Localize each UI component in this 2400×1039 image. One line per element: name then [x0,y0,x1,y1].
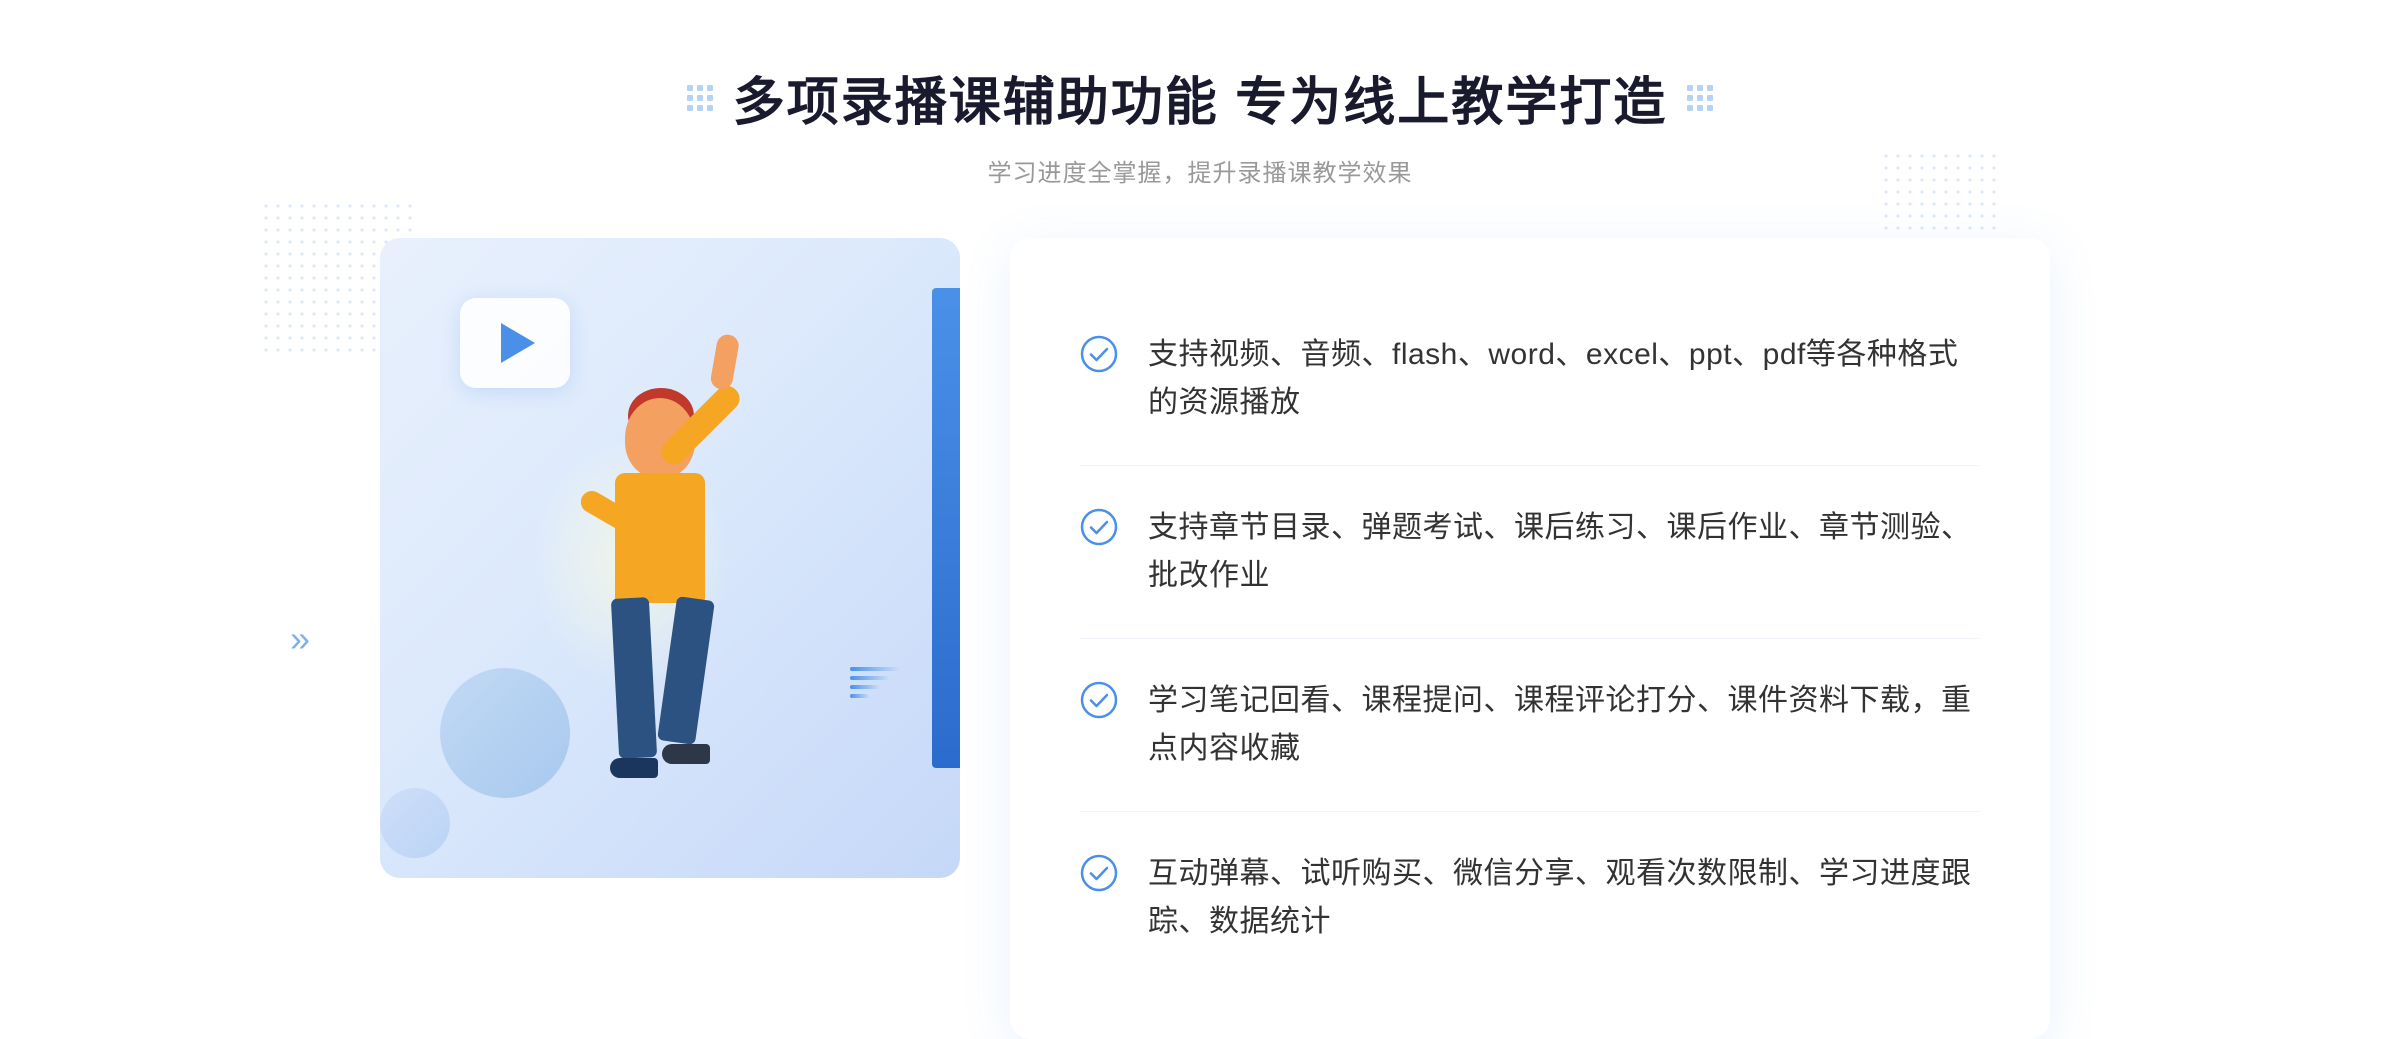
blue-accent-bar [932,288,960,768]
check-circle-icon-2 [1080,508,1118,546]
illustration-wrapper: » [350,238,1030,1039]
header-section: 多项录播课辅助功能 专为线上教学打造 学习进度全掌握，提升录播课教学效果 [687,60,1713,188]
decoration-circle-small [380,788,450,858]
grid-dots-left-icon [687,85,713,111]
page-subtitle: 学习进度全掌握，提升录播课教学效果 [687,153,1713,188]
feature-item-1: 支持视频、音频、flash、word、excel、ppt、pdf等各种格式的资源… [1080,293,1980,466]
page-title: 多项录播课辅助功能 专为线上教学打造 [733,60,1667,135]
feature-text-2: 支持章节目录、弹题考试、课后练习、课后作业、章节测验、批改作业 [1148,504,1980,600]
feature-text-3: 学习笔记回看、课程提问、课程评论打分、课件资料下载，重点内容收藏 [1148,677,1980,773]
person-shoe-right [662,744,710,764]
person-body [615,473,705,603]
feature-item-4: 互动弹幕、试听购买、微信分享、观看次数限制、学习进度跟踪、数据统计 [1080,812,1980,984]
features-card: 支持视频、音频、flash、word、excel、ppt、pdf等各种格式的资源… [1010,238,2050,1039]
person-leg-right [657,596,715,745]
illustration-background [380,238,960,878]
decoration-lines [850,667,900,698]
person-leg-left [611,597,657,759]
person-shoe-left [610,758,658,778]
check-circle-icon-1 [1080,335,1118,373]
feature-text-1: 支持视频、音频、flash、word、excel、ppt、pdf等各种格式的资源… [1148,331,1980,427]
feature-item-2: 支持章节目录、弹题考试、课后练习、课后作业、章节测验、批改作业 [1080,466,1980,639]
title-row: 多项录播课辅助功能 专为线上教学打造 [687,60,1713,135]
check-circle-icon-4 [1080,854,1118,892]
page-wrapper: 多项录播课辅助功能 专为线上教学打造 学习进度全掌握，提升录播课教学效果 [0,0,2400,974]
feature-text-4: 互动弹幕、试听购买、微信分享、观看次数限制、学习进度跟踪、数据统计 [1148,850,1980,946]
content-area: » 支持视频、音频、flash、word、excel、ppt、pdf等各种格式的… [350,238,2050,1039]
grid-dots-right-icon [1687,85,1713,111]
decoration-circle-large [440,668,570,798]
chevron-right-icon: » [290,621,310,657]
check-circle-icon-3 [1080,681,1118,719]
person-arm-raised-ext [709,333,740,391]
feature-item-3: 学习笔记回看、课程提问、课程评论打分、课件资料下载，重点内容收藏 [1080,639,1980,812]
person-legs [610,598,710,778]
arrows-left: » [290,621,310,657]
